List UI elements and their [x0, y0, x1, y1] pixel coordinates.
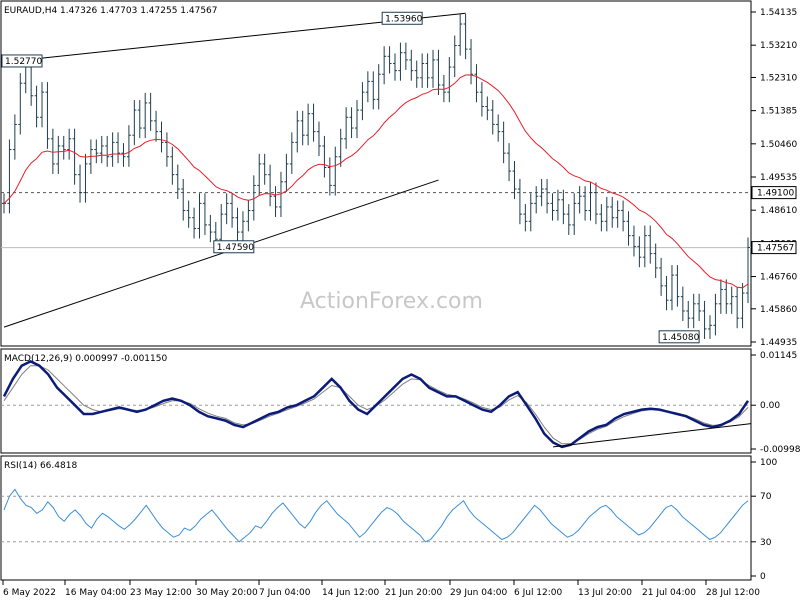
- price-callout-text: 1.47590: [217, 243, 254, 253]
- rsi-tick-label: 100: [760, 458, 777, 468]
- macd-tick-label: -0.009985: [760, 445, 800, 455]
- rsi-tick-label: 0: [760, 572, 766, 582]
- price-tick-label: 1.48610: [760, 206, 797, 216]
- x-tick-label: 29 Jun 04:00: [450, 588, 507, 598]
- x-axis: 6 May 2022 16 May 04:00 23 May 12:00 30 May…: [2, 580, 760, 598]
- price-callout-text: 1.45080: [662, 333, 699, 343]
- rsi-y-axis: 100 70 30 0: [1, 458, 777, 582]
- price-callout: 1.52770: [1, 54, 43, 68]
- rsi-tick-label: 30: [760, 538, 772, 548]
- price-tick-label: 1.45860: [760, 305, 797, 315]
- price-trendlines: [1, 12, 751, 328]
- price-tick-label: 1.49535: [760, 173, 797, 183]
- price-tick-label: 1.53210: [760, 41, 797, 51]
- rsi-panel: RSI(14) 66.4818 100 70 30 0: [0, 455, 777, 582]
- x-tick-label: 21 Jun 20:00: [385, 588, 442, 598]
- x-tick-label: 21 Jul 04:00: [642, 588, 696, 598]
- macd-main-line: [2, 360, 750, 449]
- macd-y-axis: 0.01145 0.00 -0.009985: [751, 351, 800, 455]
- x-tick-label: 30 May 20:00: [196, 588, 258, 598]
- ema-line: [3, 74, 749, 289]
- price-y-axis: 1.54135 1.53210 1.52310 1.51385 1.50460 1.495…: [751, 8, 797, 348]
- x-tick-label: 23 May 12:00: [130, 588, 192, 598]
- price-tick-label: 1.54135: [760, 8, 797, 18]
- price-tick-label: 1.52310: [760, 73, 797, 83]
- macd-panel: MACD(12,26,9) 0.000997 -0.001150 0.01145…: [0, 348, 800, 455]
- macd-tick-label: 0.01145: [760, 351, 797, 361]
- macd-panel-frame: [0, 348, 752, 454]
- x-tick-label: 6 Jul 12:00: [514, 588, 563, 598]
- macd-tick-label: 0.00: [760, 401, 780, 411]
- rsi-tick-label: 70: [760, 492, 772, 502]
- price-tick-label: 1.51385: [760, 107, 797, 117]
- x-tick-label: 7 Jun 04:00: [259, 588, 311, 598]
- current-price-box: 1.47567: [751, 241, 797, 255]
- price-callout: 1.47590: [213, 240, 255, 254]
- price-callout-text: 1.52770: [5, 57, 42, 67]
- rsi-label: RSI(14) 66.4818: [4, 461, 77, 471]
- chart-canvas: EURAUD,H4 1.47326 1.47703 1.47255 1.4756…: [0, 0, 800, 598]
- x-tick-label: 16 May 04:00: [65, 588, 127, 598]
- x-tick-label: 6 May 2022: [3, 588, 56, 598]
- chart-header: EURAUD,H4 1.47326 1.47703 1.47255 1.4756…: [4, 6, 218, 16]
- resistance-price-box-text: 1.49100: [757, 189, 794, 199]
- forex-chart: EURAUD,H4 1.47326 1.47703 1.47255 1.4756…: [0, 0, 800, 600]
- price-tick-label: 1.50460: [760, 140, 797, 150]
- price-callout: 1.45080: [658, 330, 700, 344]
- price-tick-label: 1.44935: [760, 338, 797, 348]
- x-tick-label: 14 Jun 12:00: [322, 588, 379, 598]
- x-tick-label: 13 Jul 20:00: [578, 588, 632, 598]
- watermark: ActionForex.com: [300, 289, 483, 314]
- current-price-box-text: 1.47567: [757, 244, 794, 254]
- resistance-price-box: 1.49100: [751, 186, 797, 200]
- rsi-line: [3, 488, 749, 543]
- x-tick-label: 28 Jul 12:00: [706, 588, 760, 598]
- price-tick-label: 1.46760: [760, 273, 797, 283]
- price-callout-text: 1.53960: [385, 14, 422, 24]
- rsi-panel-frame: [0, 455, 752, 581]
- price-panel: EURAUD,H4 1.47326 1.47703 1.47255 1.4756…: [0, 0, 797, 348]
- price-callout: 1.53960: [381, 11, 423, 25]
